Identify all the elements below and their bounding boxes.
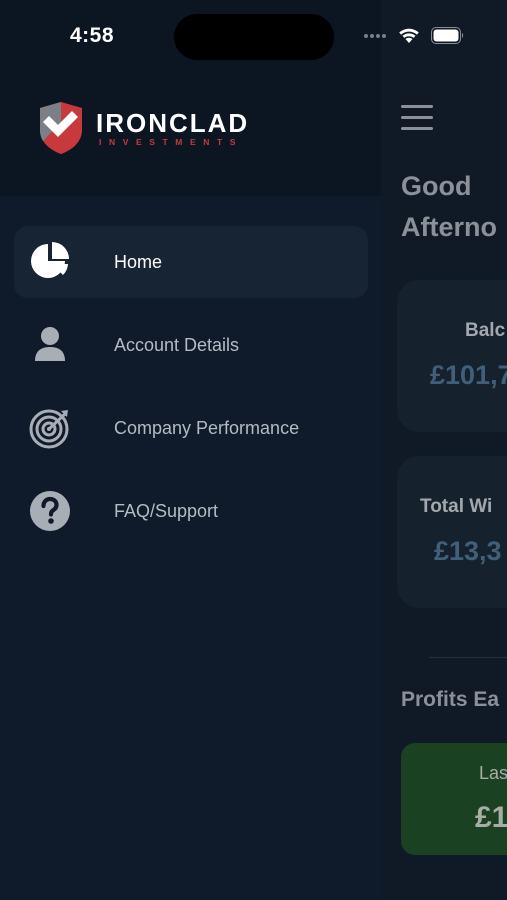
greeting-line-1: Good — [401, 171, 472, 201]
withdrawals-value: £13,3 — [434, 536, 502, 566]
wifi-icon — [399, 28, 419, 43]
menu-item-label: Account Details — [114, 335, 240, 355]
greeting-line-2: Afterno — [401, 212, 497, 242]
greeting-heading: Good Afterno — [401, 166, 507, 248]
menu-item-account-details[interactable]: Account Details — [14, 309, 368, 381]
user-icon — [35, 327, 65, 361]
menu-hamburger-icon[interactable] — [401, 105, 433, 133]
status-time: 4:58 — [70, 24, 115, 47]
withdrawals-label: Total Wi — [420, 496, 493, 517]
shield-logo-icon — [40, 102, 82, 154]
app-screen: Good Afterno Balc £101,7 Total Wi £13,3 … — [0, 0, 507, 900]
brand-name: IRONCLAD — [96, 108, 250, 138]
question-circle-icon — [30, 491, 70, 531]
menu-item-faq-support[interactable]: FAQ/Support — [14, 475, 368, 547]
pie-chart-icon — [31, 242, 69, 278]
target-icon — [29, 409, 69, 449]
menu-item-home[interactable]: Home — [14, 226, 368, 298]
ironclad-logo: IRONCLAD INVESTMENTS — [38, 100, 278, 160]
navigation-drawer: IRONCLAD INVESTMENTS Home Account Detail… — [0, 0, 381, 900]
balance-value: £101,7 — [430, 360, 507, 390]
dynamic-island — [174, 14, 334, 60]
cellular-signal-icon — [364, 34, 390, 40]
withdrawals-card: Total Wi £13,3 — [397, 456, 507, 608]
menu-item-label: Company Performance — [114, 418, 300, 438]
profit-card-value: £1 — [475, 801, 507, 834]
section-divider — [429, 657, 507, 658]
balance-label: Balc — [465, 320, 506, 341]
profits-heading: Profits Ea — [401, 688, 500, 711]
brand-tagline: INVESTMENTS — [99, 137, 244, 147]
status-bar: 4:58 — [0, 0, 507, 70]
menu-item-label: Home — [114, 252, 163, 272]
profit-card: Las £1 — [401, 743, 507, 855]
home-content-overlay[interactable]: Good Afterno Balc £101,7 Total Wi £13,3 … — [381, 0, 507, 900]
drawer-menu: Home Account Details Company Performance… — [0, 226, 381, 558]
balance-card: Balc £101,7 — [397, 280, 507, 432]
menu-item-label: FAQ/Support — [114, 501, 219, 521]
battery-icon — [431, 27, 464, 44]
profit-card-label: Las — [479, 763, 507, 783]
menu-item-company-performance[interactable]: Company Performance — [14, 392, 368, 464]
